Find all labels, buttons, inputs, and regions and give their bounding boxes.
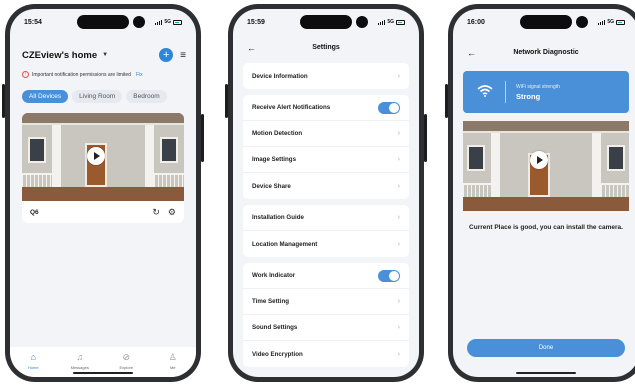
done-button[interactable]: Done xyxy=(467,339,625,357)
settings-row-work-indicator: Work Indicator xyxy=(243,263,409,289)
notice-text: Important notification permissions are l… xyxy=(32,71,131,78)
work-indicator-toggle[interactable] xyxy=(378,269,400,282)
settings-row-device-share[interactable]: Device Share › xyxy=(243,173,409,199)
home-screen: 15:54 5G CZEview's home ▼ + ≡ ! Importan… xyxy=(10,9,196,377)
status-time: 15:54 xyxy=(24,18,42,26)
home-indicator xyxy=(73,372,133,374)
network-label: 5G xyxy=(164,19,171,25)
network-label: 5G xyxy=(607,19,614,25)
home-icon: ⌂ xyxy=(30,352,36,362)
signal-strength-card: WiFi signal strength Strong xyxy=(463,71,629,113)
status-bar: 16:00 5G xyxy=(467,16,625,28)
screenshot-stage: 15:54 5G CZEview's home ▼ + ≡ ! Importan… xyxy=(0,0,635,386)
compass-icon: ⊘ xyxy=(122,352,131,362)
nav-home[interactable]: ⌂ Home xyxy=(13,352,53,370)
camera-preview xyxy=(463,121,629,211)
notification-banner: ! Important notification permissions are… xyxy=(22,71,190,78)
tab-living-room[interactable]: Living Room xyxy=(72,90,123,103)
chevron-down-icon[interactable]: ▼ xyxy=(102,52,108,58)
status-bar: 15:54 5G xyxy=(24,16,182,28)
play-icon[interactable] xyxy=(530,151,548,169)
status-bar: 15:59 5G xyxy=(247,16,405,28)
settings-row-sound-settings[interactable]: Sound Settings › xyxy=(243,315,409,341)
back-arrow-icon[interactable]: ← xyxy=(247,40,256,56)
settings-group-1: Device Information › xyxy=(243,63,409,89)
play-icon[interactable] xyxy=(87,147,105,165)
camera-preview[interactable] xyxy=(22,113,184,201)
home-indicator xyxy=(516,372,576,374)
settings-row-time-setting[interactable]: Time Setting › xyxy=(243,289,409,315)
settings-row-image-settings[interactable]: Image Settings › xyxy=(243,147,409,173)
camera-card[interactable]: Q6 ↻ ⚙ xyxy=(22,113,184,223)
back-arrow-icon[interactable]: ← xyxy=(467,45,476,61)
alert-notifications-toggle[interactable] xyxy=(378,101,400,114)
settings-row-video-encryption[interactable]: Video Encryption › xyxy=(243,341,409,367)
bell-icon: ♫ xyxy=(76,352,84,362)
diagnostic-screen: 16:00 5G ← Network Diagnostic WiFi signa… xyxy=(453,9,635,377)
signal-bars-icon xyxy=(378,19,386,25)
signal-label: WiFi signal strength xyxy=(516,83,560,90)
tab-all-devices[interactable]: All Devices xyxy=(22,90,69,103)
status-time: 16:00 xyxy=(467,18,485,26)
nav-me[interactable]: ♙ Me xyxy=(153,352,193,370)
refresh-icon[interactable]: ↻ xyxy=(152,207,160,218)
person-icon: ♙ xyxy=(168,352,177,362)
home-title[interactable]: CZEview's home xyxy=(22,50,97,61)
settings-row-device-information[interactable]: Device Information › xyxy=(243,63,409,89)
tab-bedroom[interactable]: Bedroom xyxy=(126,90,167,103)
settings-group-2: Receive Alert Notifications Motion Detec… xyxy=(243,95,409,199)
settings-row-motion-detection[interactable]: Motion Detection › xyxy=(243,121,409,147)
nav-explore[interactable]: ⊘ Explore xyxy=(106,352,146,370)
network-label: 5G xyxy=(387,19,394,25)
add-device-button[interactable]: + xyxy=(159,48,174,62)
phone-home: 15:54 5G CZEview's home ▼ + ≡ ! Importan… xyxy=(2,4,204,382)
menu-icon[interactable]: ≡ xyxy=(180,50,186,61)
battery-icon xyxy=(396,19,405,25)
settings-row-receive-alert-notifications: Receive Alert Notifications xyxy=(243,95,409,121)
chevron-right-icon: › xyxy=(397,350,400,358)
camera-bar: Q6 ↻ ⚙ xyxy=(22,201,184,223)
page-title: Settings xyxy=(312,44,340,51)
home-header: CZEview's home ▼ + ≡ xyxy=(22,47,186,63)
chevron-right-icon: › xyxy=(397,72,400,80)
diagnostic-header: ← Network Diagnostic xyxy=(453,45,635,61)
signal-value: Strong xyxy=(516,91,541,101)
settings-screen: 15:59 5G ← Settings Device Information › xyxy=(233,9,419,377)
settings-group-3: Installation Guide › Location Management… xyxy=(243,205,409,257)
settings-row-installation-guide[interactable]: Installation Guide › xyxy=(243,205,409,231)
chevron-right-icon: › xyxy=(397,156,400,163)
camera-name: Q6 xyxy=(30,208,39,216)
chevron-right-icon: › xyxy=(397,324,400,331)
chevron-right-icon: › xyxy=(397,298,400,305)
settings-group-4: Work Indicator Time Setting › Sound Sett… xyxy=(243,263,409,367)
phone-network-diagnostic: 16:00 5G ← Network Diagnostic WiFi signa… xyxy=(445,4,635,382)
fix-link[interactable]: Fix xyxy=(136,72,143,78)
battery-icon xyxy=(173,19,182,25)
warning-icon: ! xyxy=(22,71,29,78)
page-title: Network Diagnostic xyxy=(513,49,579,56)
wifi-icon xyxy=(475,84,495,100)
signal-bars-icon xyxy=(155,19,163,25)
phone-settings: 15:59 5G ← Settings Device Information › xyxy=(225,4,427,382)
signal-bars-icon xyxy=(598,19,606,25)
chevron-right-icon: › xyxy=(397,182,400,190)
battery-icon xyxy=(616,19,625,25)
settings-icon[interactable]: ⚙ xyxy=(168,207,176,218)
settings-header: ← Settings xyxy=(233,40,419,56)
nav-messages[interactable]: ♫ Messages xyxy=(60,352,100,370)
status-time: 15:59 xyxy=(247,18,265,26)
diagnostic-message: Current Place is good, you can install t… xyxy=(469,224,623,231)
room-tabs: All Devices Living Room Bedroom xyxy=(22,90,196,103)
chevron-right-icon: › xyxy=(397,130,400,137)
chevron-right-icon: › xyxy=(397,240,400,248)
chevron-right-icon: › xyxy=(397,214,400,221)
settings-row-location-management[interactable]: Location Management › xyxy=(243,231,409,257)
